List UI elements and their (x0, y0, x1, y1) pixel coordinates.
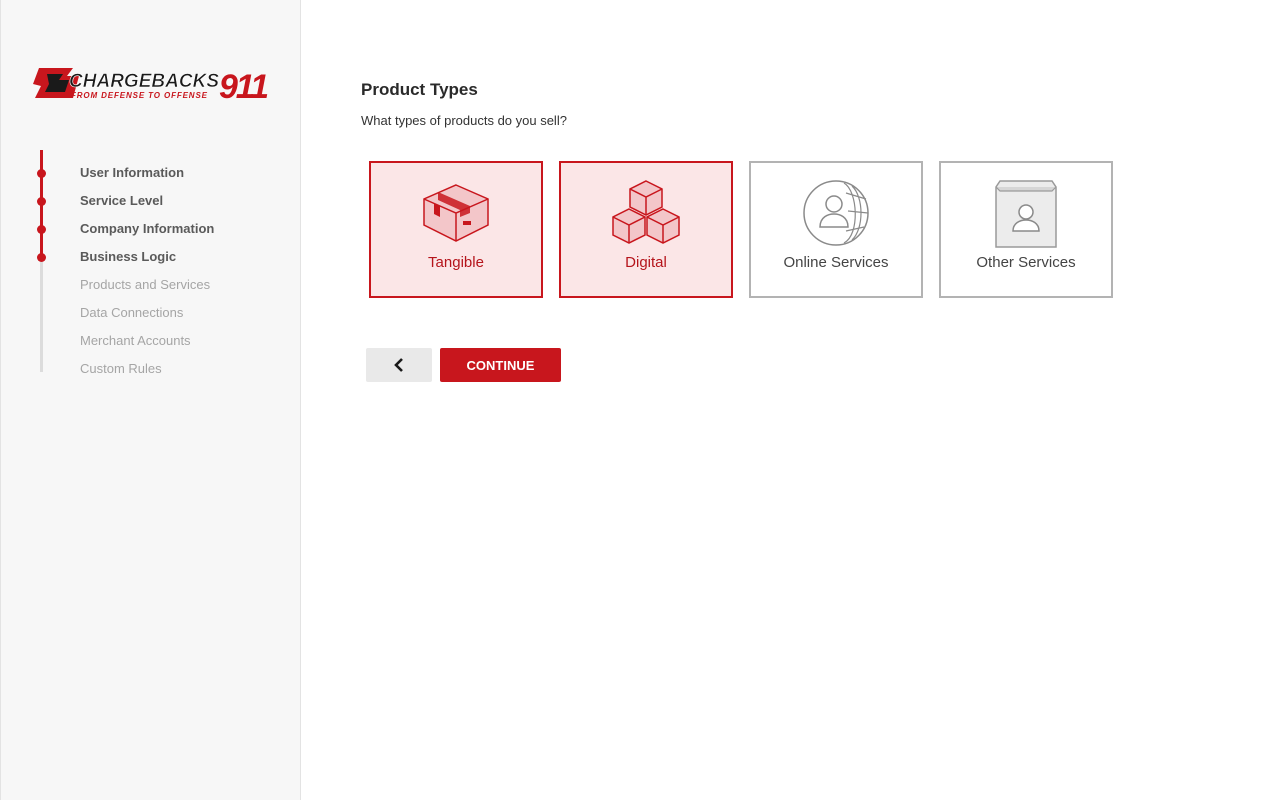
sidebar: CHARGEBACKS 911 FROM DEFENSE TO OFFENSE … (0, 0, 301, 800)
step-dot (37, 225, 46, 234)
step-data-connections: Data Connections (80, 305, 184, 320)
option-online-services[interactable]: Online Services (749, 161, 923, 298)
option-digital[interactable]: Digital (559, 161, 733, 298)
step-products-and-services: Products and Services (80, 277, 211, 292)
continue-button[interactable]: CONTINUE (440, 348, 561, 382)
option-label: Tangible (428, 254, 484, 271)
option-tangible[interactable]: Tangible (369, 161, 543, 298)
option-label: Other Services (976, 254, 1076, 271)
page-title: Product Types (361, 80, 478, 99)
option-other-services[interactable]: Other Services (939, 161, 1113, 298)
svg-text:CHARGEBACKS: CHARGEBACKS (69, 71, 219, 92)
step-service-level[interactable]: Service Level (80, 193, 163, 208)
step-dot (37, 253, 46, 262)
option-label: Online Services (783, 254, 889, 271)
option-label: Digital (625, 254, 667, 271)
step-custom-rules: Custom Rules (80, 361, 162, 376)
step-business-logic[interactable]: Business Logic (80, 249, 176, 264)
bag-person-icon (995, 180, 1057, 248)
step-dot (37, 169, 46, 178)
svg-text:911: 911 (219, 68, 269, 104)
step-company-information[interactable]: Company Information (80, 221, 214, 236)
step-dot (37, 197, 46, 206)
svg-text:FROM DEFENSE TO OFFENSE: FROM DEFENSE TO OFFENSE (71, 91, 208, 100)
back-button[interactable] (366, 348, 432, 382)
step-user-information[interactable]: User Information (80, 165, 184, 180)
box-icon (423, 184, 489, 242)
page-subtitle: What types of products do you sell? (361, 113, 567, 128)
cubes-icon (612, 180, 680, 244)
globe-person-icon (803, 180, 869, 246)
step-merchant-accounts: Merchant Accounts (80, 333, 191, 348)
chevron-left-icon (394, 358, 403, 372)
chargebacks911-logo: CHARGEBACKS 911 FROM DEFENSE TO OFFENSE (33, 68, 269, 104)
